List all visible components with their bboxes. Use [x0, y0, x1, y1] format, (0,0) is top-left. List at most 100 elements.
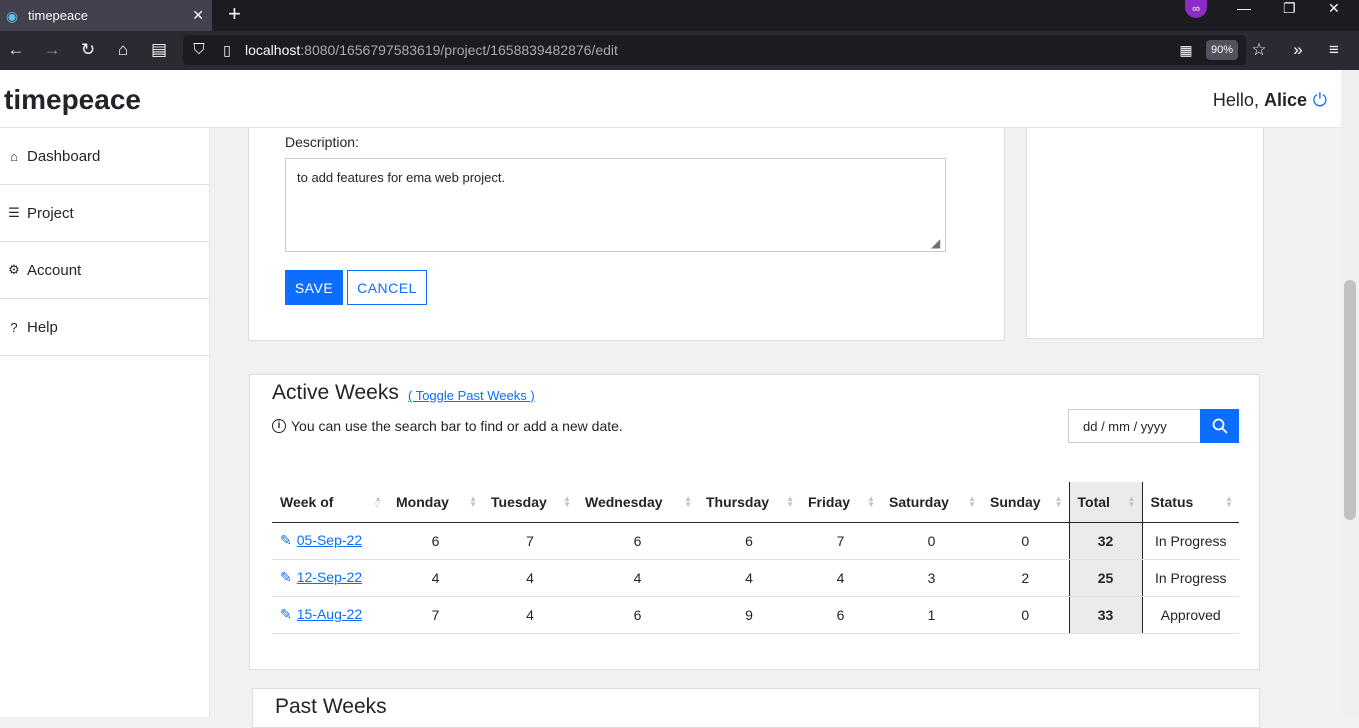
forward-icon[interactable]: →: [42, 40, 62, 60]
browser-tab[interactable]: ◉ timepeace ✕: [0, 0, 212, 31]
sort-icon[interactable]: ▲ ▼: [1128, 495, 1136, 509]
toggle-past-weeks-link[interactable]: ( Toggle Past Weeks ): [408, 388, 535, 403]
active-weeks-title: Active Weeks: [272, 381, 399, 404]
week-of-cell: ✎ 12-Sep-22: [272, 559, 388, 597]
thursday-cell: 9: [698, 596, 800, 634]
close-tab-icon[interactable]: ✕: [192, 7, 204, 24]
pencil-edit-icon[interactable]: ✎: [280, 569, 292, 585]
week-of-cell: ✎ 15-Aug-22: [272, 596, 388, 634]
status-cell: In Progress: [1142, 559, 1239, 597]
tab-title: timepeace: [28, 8, 88, 23]
sidebar: ⌂ Dashboard ☰ Project ⚙ Account ? Help: [0, 128, 210, 717]
browser-navbar: ← → ↻ ⌂ ▤ ⛉ ▯ localhost:8080/16567975836…: [0, 31, 1359, 70]
col-total[interactable]: Total ▲ ▼: [1068, 482, 1143, 523]
date-search-input[interactable]: dd / mm / yyyy: [1068, 409, 1201, 443]
table-header-row: Week of ▲ ▽ Monday ▲ ▼ Tuesday ▲ ▼ Wednesday ▲ ▼…: [272, 482, 1239, 523]
zoom-badge[interactable]: 90%: [1206, 40, 1238, 60]
week-link[interactable]: 05-Sep-22: [297, 532, 362, 548]
overflow-chevron-icon[interactable]: »: [1288, 40, 1308, 60]
col-monday[interactable]: Monday ▲ ▼: [388, 482, 483, 523]
sidebar-item-account[interactable]: ⚙ Account: [0, 242, 209, 299]
greeting-text: Hello,: [1212, 90, 1259, 110]
resize-grip-icon[interactable]: ◢: [931, 237, 943, 249]
brand-logo[interactable]: timepeace: [4, 84, 141, 116]
reader-sidebar-icon[interactable]: ▤: [149, 40, 169, 60]
col-week-of[interactable]: Week of ▲ ▽: [272, 482, 388, 523]
list-icon: ☰: [8, 205, 20, 220]
past-weeks-card: Past Weeks: [252, 688, 1260, 728]
new-tab-icon[interactable]: +: [228, 2, 241, 26]
sidebar-item-help[interactable]: ? Help: [0, 299, 209, 356]
status-cell: In Progress: [1142, 522, 1239, 560]
table-row: ✎ 05-Sep-22 6 7 6 6 7 0 0 32 In Progress: [272, 522, 1239, 560]
table-row: ✎ 15-Aug-22 7 4 6 9 6 1 0 33 Approved: [272, 596, 1239, 634]
sidebar-item-project[interactable]: ☰ Project: [0, 185, 209, 242]
sidebar-item-dashboard[interactable]: ⌂ Dashboard: [0, 128, 209, 185]
help-icon: ?: [10, 319, 18, 335]
sort-icon[interactable]: ▲ ▼: [786, 495, 794, 509]
col-friday[interactable]: Friday ▲ ▼: [800, 482, 881, 523]
url-text[interactable]: localhost:8080/1656797583619/project/165…: [245, 42, 618, 58]
shield-icon[interactable]: ⛉: [189, 40, 209, 60]
monday-cell: 4: [388, 559, 483, 597]
wednesday-cell: 6: [577, 596, 698, 634]
cancel-button[interactable]: CANCEL: [347, 270, 427, 305]
col-sunday[interactable]: Sunday ▲ ▼: [982, 482, 1069, 523]
restore-icon[interactable]: ❐: [1283, 0, 1296, 16]
reader-view-icon[interactable]: ▦: [1176, 40, 1196, 60]
greeting: Hello, Alice: [1213, 90, 1307, 111]
logout-power-icon[interactable]: ⏻: [1313, 90, 1327, 111]
sort-icon[interactable]: ▲ ▼: [469, 495, 477, 509]
back-icon[interactable]: ←: [6, 40, 26, 60]
sort-icon[interactable]: ▲ ▼: [563, 495, 571, 509]
bookmark-star-icon[interactable]: ☆: [1249, 40, 1269, 60]
total-cell: 33: [1068, 596, 1143, 634]
reload-icon[interactable]: ↻: [78, 40, 98, 60]
table-row: ✎ 12-Sep-22 4 4 4 4 4 3 2 25 In Progress: [272, 559, 1239, 597]
week-link[interactable]: 15-Aug-22: [297, 606, 362, 622]
tuesday-cell: 7: [483, 522, 577, 560]
past-weeks-title: Past Weeks: [275, 695, 387, 718]
weeks-table: Week of ▲ ▽ Monday ▲ ▼ Tuesday ▲ ▼ Wednesday ▲ ▼…: [272, 482, 1239, 634]
private-mask-icon[interactable]: ∞: [1185, 0, 1207, 18]
minimize-icon[interactable]: —: [1237, 0, 1251, 16]
user-name: Alice: [1263, 90, 1307, 110]
pencil-edit-icon[interactable]: ✎: [280, 532, 292, 548]
col-saturday[interactable]: Saturday ▲ ▼: [881, 482, 982, 523]
status-cell: Approved: [1142, 596, 1239, 634]
description-textarea[interactable]: to add features for ema web project. ◢: [285, 158, 946, 252]
sort-icon[interactable]: ▲ ▼: [684, 495, 692, 509]
col-tuesday[interactable]: Tuesday ▲ ▼: [483, 482, 577, 523]
scrollbar-thumb[interactable]: [1344, 280, 1356, 520]
pencil-edit-icon[interactable]: ✎: [280, 606, 292, 622]
project-edit-card: Description: to add features for ema web…: [248, 128, 1005, 341]
col-thursday[interactable]: Thursday ▲ ▼: [698, 482, 800, 523]
side-card: [1026, 128, 1264, 339]
col-wednesday[interactable]: Wednesday ▲ ▼: [577, 482, 698, 523]
sunday-cell: 0: [982, 596, 1069, 634]
tuesday-cell: 4: [483, 596, 577, 634]
thursday-cell: 4: [698, 559, 800, 597]
sort-icon[interactable]: ▲ ▼: [968, 495, 976, 509]
url-bar[interactable]: ⛉ ▯ localhost:8080/1656797583619/project…: [183, 35, 1267, 65]
col-status[interactable]: Status ▲ ▼: [1142, 482, 1239, 523]
home-icon[interactable]: ⌂: [113, 40, 133, 60]
save-button[interactable]: SAVE: [285, 270, 343, 305]
menu-icon[interactable]: ≡: [1324, 40, 1344, 60]
sort-icon[interactable]: ▲ ▼: [1055, 495, 1063, 509]
page-icon: ▯: [223, 42, 231, 58]
sort-icon[interactable]: ▲ ▼: [867, 495, 875, 509]
close-window-icon[interactable]: ✕: [1328, 0, 1340, 16]
friday-cell: 4: [800, 559, 881, 597]
page-scrollbar[interactable]: [1341, 70, 1359, 717]
sort-asc-icon[interactable]: ▲ ▽: [374, 495, 382, 509]
search-button[interactable]: [1200, 409, 1239, 443]
saturday-cell: 3: [881, 559, 982, 597]
sort-icon[interactable]: ▲ ▼: [1225, 495, 1233, 509]
sidebar-item-label: Dashboard: [27, 147, 101, 165]
sunday-cell: 0: [982, 522, 1069, 560]
search-icon: [1212, 418, 1227, 434]
week-link[interactable]: 12-Sep-22: [297, 569, 362, 585]
friday-cell: 6: [800, 596, 881, 634]
tuesday-cell: 4: [483, 559, 577, 597]
